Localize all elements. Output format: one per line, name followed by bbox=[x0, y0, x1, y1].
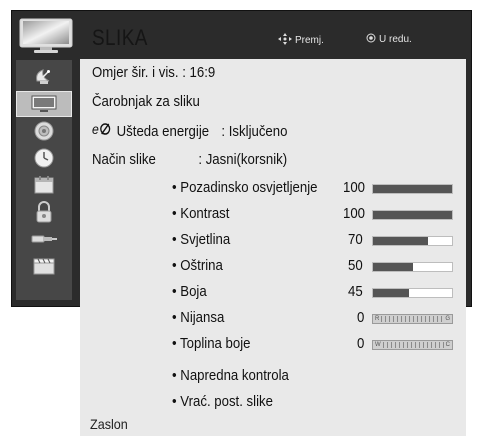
menu-item-picture-mode[interactable]: Način slike : Jasni(korsnik) bbox=[92, 151, 287, 168]
sidebar-item-time[interactable] bbox=[16, 145, 72, 171]
menu-item-picture-reset[interactable]: • Vrać. post. slike bbox=[172, 393, 273, 410]
setting-row[interactable]: • Boja bbox=[172, 283, 207, 300]
scale-ticks bbox=[381, 316, 444, 322]
menu-item-picture-wizard[interactable]: Čarobnjak za sliku bbox=[92, 93, 200, 110]
calendar-icon bbox=[33, 175, 55, 195]
ok-hint: U redu. bbox=[366, 33, 412, 46]
scale-right-label: C bbox=[445, 342, 450, 348]
move-hint-label: Premj. bbox=[295, 35, 324, 46]
sidebar-item-picture[interactable] bbox=[16, 91, 72, 117]
sidebar-item-options[interactable] bbox=[16, 172, 72, 198]
setting-value: 100 bbox=[343, 179, 366, 196]
category-sidebar bbox=[16, 60, 72, 300]
setting-row[interactable]: • Svjetlina bbox=[172, 231, 230, 248]
tv-screen-icon bbox=[31, 94, 57, 114]
setting-row[interactable]: • Kontrast bbox=[172, 205, 229, 222]
sidebar-item-input[interactable] bbox=[16, 226, 72, 252]
input-plug-icon bbox=[30, 231, 58, 247]
setting-level-bar[interactable] bbox=[372, 184, 453, 194]
setting-balance-scale[interactable]: RG bbox=[372, 314, 453, 324]
energy-saving-value: : Isključeno bbox=[221, 122, 288, 140]
page-title: SLIKA bbox=[92, 25, 148, 50]
ok-hint-label: U redu. bbox=[379, 34, 412, 45]
clock-icon bbox=[33, 147, 55, 169]
clapperboard-icon bbox=[32, 256, 56, 276]
sidebar-item-audio[interactable] bbox=[16, 118, 72, 144]
setting-value: 0 bbox=[357, 309, 365, 326]
setting-level-fill bbox=[373, 263, 413, 271]
setting-row[interactable]: • Pozadinsko osvjetljenje bbox=[172, 179, 318, 196]
ok-button-icon bbox=[366, 33, 376, 46]
setting-level-bar[interactable] bbox=[372, 236, 453, 246]
tv-screen-icon bbox=[18, 17, 74, 60]
scale-ticks bbox=[382, 342, 444, 348]
menu-item-advanced-control[interactable]: • Napredna kontrola bbox=[172, 367, 289, 384]
picture-mode-value: : Jasni(korsnik) bbox=[198, 151, 288, 168]
sidebar-item-lock[interactable] bbox=[16, 199, 72, 225]
eco-icon: e bbox=[92, 121, 113, 140]
setting-level-fill bbox=[373, 289, 409, 297]
setting-level-fill bbox=[373, 185, 452, 193]
scale-left-label: W bbox=[375, 342, 381, 348]
setting-level-fill bbox=[373, 211, 452, 219]
menu-header: SLIKA Premj. U redu. bbox=[16, 15, 464, 59]
footer-label: Zaslon bbox=[90, 416, 128, 432]
svg-text:e: e bbox=[92, 122, 99, 136]
satellite-dish-icon bbox=[33, 67, 55, 87]
sidebar-item-channels[interactable] bbox=[16, 64, 72, 90]
setting-level-bar[interactable] bbox=[372, 288, 453, 298]
setting-value: 0 bbox=[357, 335, 365, 352]
navigation-arrows-icon bbox=[278, 33, 292, 48]
setting-value: 50 bbox=[348, 257, 363, 274]
setting-level-bar[interactable] bbox=[372, 210, 453, 220]
menu-item-aspect-ratio[interactable]: Omjer šir. i vis. : 16:9 bbox=[92, 64, 215, 81]
setting-balance-scale[interactable]: WC bbox=[372, 340, 453, 350]
setting-level-bar[interactable] bbox=[372, 262, 453, 272]
setting-row[interactable]: • Oštrina bbox=[172, 257, 223, 274]
setting-value: 45 bbox=[348, 283, 363, 300]
picture-mode-label: Način slike bbox=[92, 151, 156, 168]
setting-value: 70 bbox=[348, 231, 363, 248]
scale-right-label: G bbox=[445, 316, 450, 322]
menu-item-energy-saving[interactable]: e Ušteda energije : Isključeno bbox=[92, 121, 288, 140]
speaker-icon bbox=[33, 120, 55, 142]
sidebar-item-media[interactable] bbox=[16, 253, 72, 279]
energy-saving-label: Ušteda energije bbox=[116, 122, 210, 140]
setting-row[interactable]: • Toplina boje bbox=[172, 335, 251, 352]
setting-row[interactable]: • Nijansa bbox=[172, 309, 224, 326]
setting-level-fill bbox=[373, 237, 429, 245]
lock-icon bbox=[34, 201, 54, 223]
move-hint: Premj. bbox=[278, 33, 324, 48]
setting-value: 100 bbox=[343, 205, 366, 222]
scale-left-label: R bbox=[375, 316, 380, 322]
